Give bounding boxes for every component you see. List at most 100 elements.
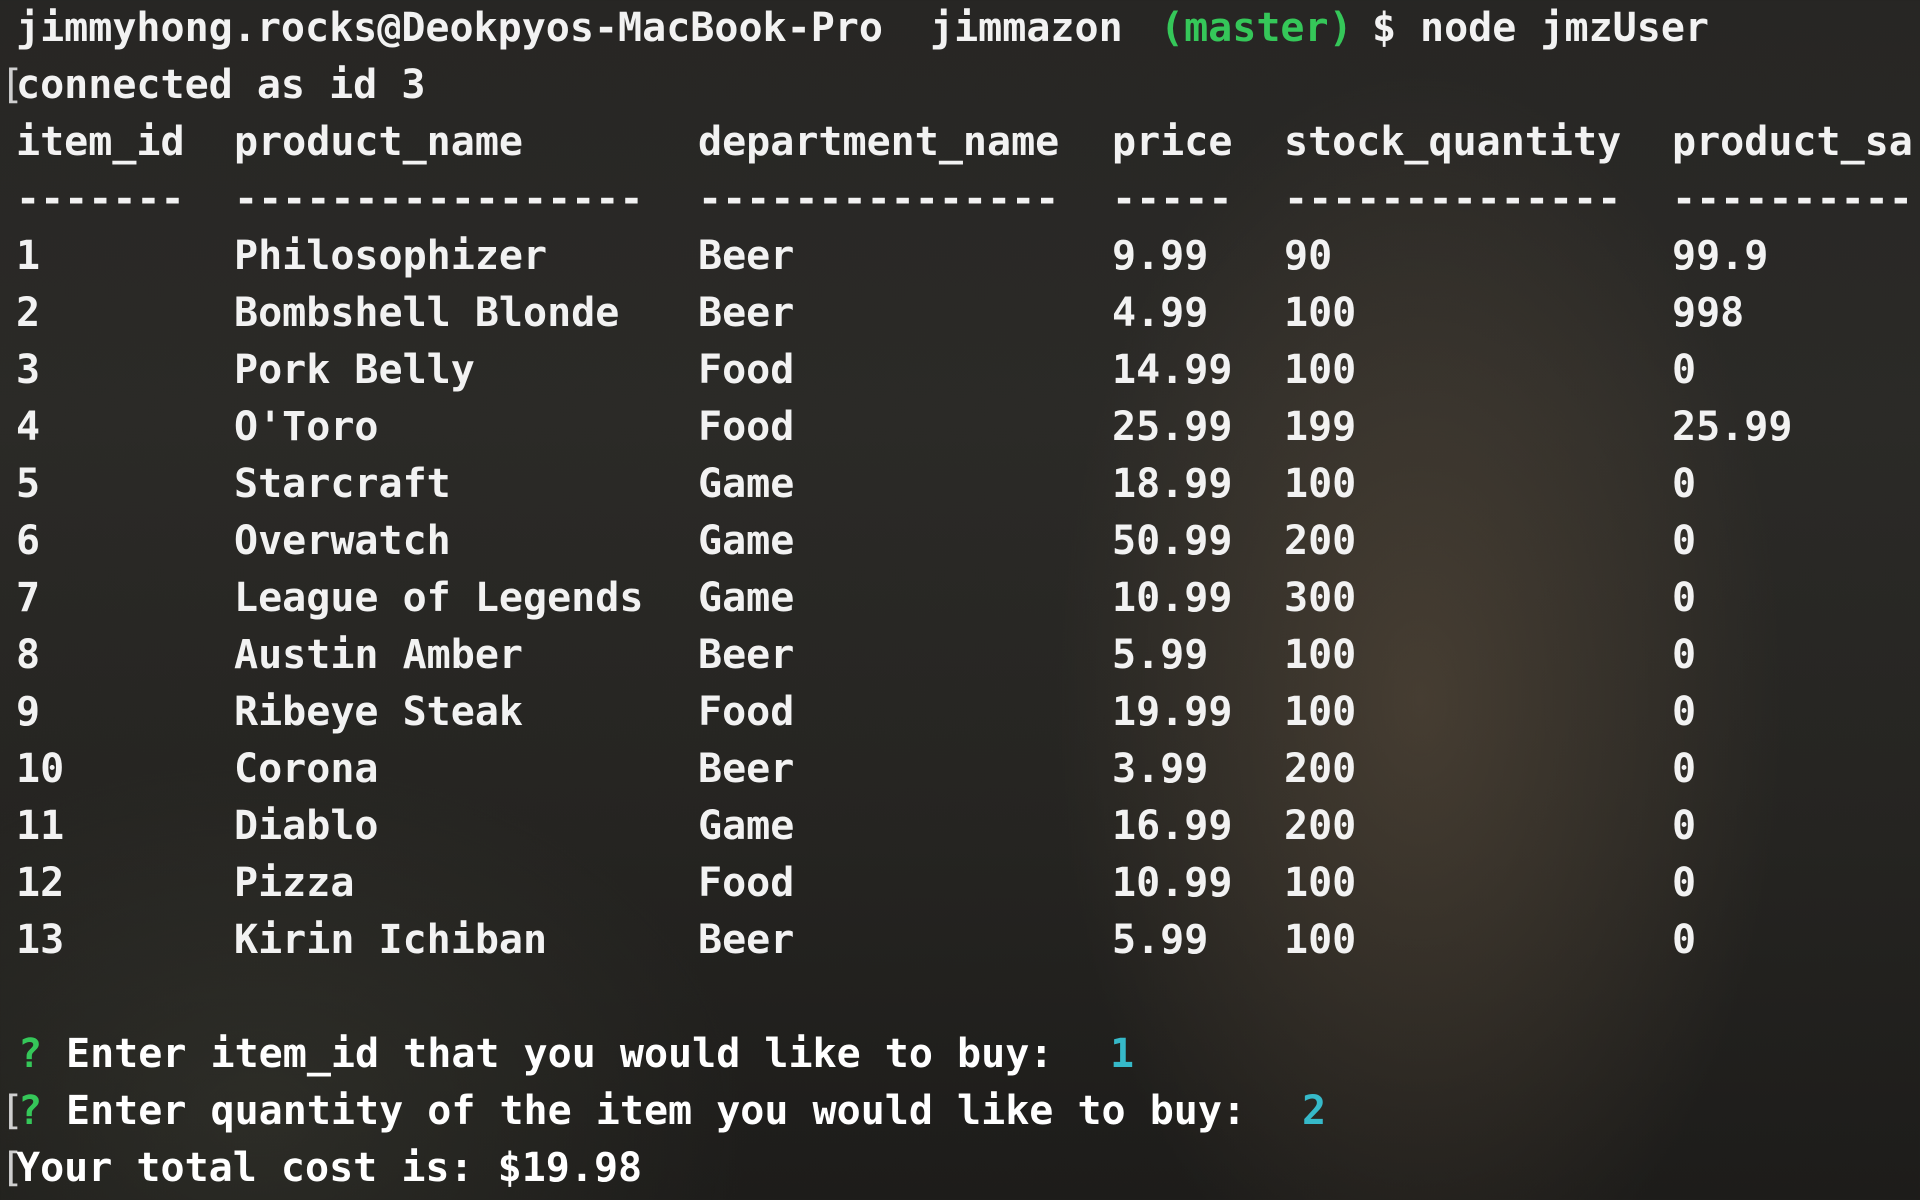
- question-answer[interactable]: 2: [1302, 1083, 1326, 1140]
- row-department-name: Food: [698, 860, 795, 906]
- row-price: 14.99: [1112, 347, 1233, 393]
- row-item-id: 4: [16, 404, 41, 450]
- row-department-name: Beer: [698, 632, 795, 678]
- table-row: 13 Kirin Ichiban Beer 5.99 100 0: [16, 912, 1696, 969]
- header-price: price: [1112, 119, 1233, 165]
- row-department-name: Game: [698, 461, 795, 507]
- table-row: 8 Austin Amber Beer 5.99 100 0: [16, 627, 1696, 684]
- row-product-sales: 25.99: [1672, 404, 1793, 450]
- row-stock-quantity: 100: [1284, 689, 1357, 735]
- question-text: Enter quantity of the item you would lik…: [66, 1088, 1247, 1134]
- row-department-name: Food: [698, 347, 795, 393]
- row-product-sales: 0: [1672, 632, 1697, 678]
- question-text: Enter item_id that you would like to buy…: [66, 1031, 1054, 1077]
- total-cost-line: Your total cost is: $19.98: [16, 1140, 642, 1197]
- row-stock-quantity: 199: [1284, 404, 1357, 450]
- row-stock-quantity: 300: [1284, 575, 1357, 621]
- table-row: 9 Ribeye Steak Food 19.99 100 0: [16, 684, 1696, 741]
- table-separator-row: ------- ----------------- --------------…: [16, 171, 1913, 228]
- row-price: 50.99: [1112, 518, 1233, 564]
- row-stock-quantity: 100: [1284, 290, 1357, 336]
- row-product-sales: 0: [1672, 461, 1697, 507]
- row-item-id: 13: [16, 917, 65, 963]
- row-product-name: Austin Amber: [234, 632, 523, 678]
- table-row: 12 Pizza Food 10.99 100 0: [16, 855, 1696, 912]
- table-row: 3 Pork Belly Food 14.99 100 0: [16, 342, 1696, 399]
- row-item-id: 10: [16, 746, 65, 792]
- table-row: 11 Diablo Game 16.99 200 0: [16, 798, 1696, 855]
- row-product-sales: 0: [1672, 803, 1697, 849]
- row-stock-quantity: 100: [1284, 917, 1357, 963]
- row-stock-quantity: 100: [1284, 860, 1357, 906]
- prompt-directory: jimmazon: [930, 5, 1123, 51]
- row-price: 25.99: [1112, 404, 1233, 450]
- question-quantity[interactable]: [ ? Enter quantity of the item you would…: [0, 1083, 1326, 1191]
- separator-price: -----: [1112, 176, 1233, 222]
- header-item-id: item_id: [16, 119, 185, 165]
- row-price: 16.99: [1112, 803, 1233, 849]
- table-row: 10 Corona Beer 3.99 200 0: [16, 741, 1696, 798]
- row-price: 3.99: [1112, 746, 1209, 792]
- row-product-name: Kirin Ichiban: [234, 917, 548, 963]
- row-product-name: Ribeye Steak: [234, 689, 523, 735]
- table-header-row: item_id product_name department_name pri…: [16, 114, 1913, 171]
- table-row: 2 Bombshell Blonde Beer 4.99 100 998: [16, 285, 1744, 342]
- header-stock-quantity: stock_quantity: [1284, 119, 1622, 165]
- row-department-name: Beer: [698, 290, 795, 336]
- separator-item-id: -------: [16, 176, 185, 222]
- row-item-id: 2: [16, 290, 41, 336]
- row-stock-quantity: 200: [1284, 803, 1357, 849]
- header-product-name: product_name: [234, 119, 523, 165]
- question-item-id[interactable]: [ ? Enter item_id that you would like to…: [0, 1026, 1134, 1134]
- row-department-name: Beer: [698, 917, 795, 963]
- row-product-sales: 0: [1672, 746, 1697, 792]
- prompt-symbol: $: [1372, 5, 1397, 51]
- row-product-name: Starcraft: [234, 461, 451, 507]
- row-product-name: Overwatch: [234, 518, 451, 564]
- table-row: 6 Overwatch Game 50.99 200 0: [16, 513, 1696, 570]
- row-product-sales: 99.9: [1672, 233, 1769, 279]
- separator-stock-quantity: --------------: [1284, 176, 1622, 222]
- row-item-id: 3: [16, 347, 41, 393]
- row-price: 18.99: [1112, 461, 1233, 507]
- question-answer[interactable]: 1: [1110, 1026, 1134, 1083]
- terminal-window[interactable]: [ jimmyhong.rocks@Deokpyos-MacBook-Pro j…: [0, 0, 1920, 1200]
- separator-product-sales: ----------: [1672, 176, 1913, 222]
- row-product-sales: 0: [1672, 518, 1697, 564]
- row-department-name: Food: [698, 689, 795, 735]
- row-product-sales: 0: [1672, 860, 1697, 906]
- row-price: 5.99: [1112, 917, 1209, 963]
- row-item-id: 8: [16, 632, 41, 678]
- row-product-name: Corona: [234, 746, 379, 792]
- row-product-name: League of Legends: [234, 575, 644, 621]
- row-stock-quantity: 100: [1284, 461, 1357, 507]
- table-row: 5 Starcraft Game 18.99 100 0: [16, 456, 1696, 513]
- row-department-name: Game: [698, 803, 795, 849]
- row-product-sales: 0: [1672, 917, 1697, 963]
- row-product-name: O'Toro: [234, 404, 379, 450]
- row-product-name: Pizza: [234, 860, 355, 906]
- question-mark-icon: ?: [18, 1088, 43, 1134]
- separator-product-name: -----------------: [234, 176, 644, 222]
- row-department-name: Beer: [698, 746, 795, 792]
- total-cost-text: Your total cost is: $19.98: [16, 1145, 643, 1191]
- question-mark-icon: ?: [18, 1031, 43, 1077]
- row-item-id: 6: [16, 518, 41, 564]
- row-price: 10.99: [1112, 575, 1233, 621]
- row-product-name: Philosophizer: [234, 233, 548, 279]
- row-item-id: 7: [16, 575, 41, 621]
- row-product-name: Bombshell Blonde: [234, 290, 620, 336]
- row-stock-quantity: 90: [1284, 233, 1333, 279]
- row-price: 5.99: [1112, 632, 1209, 678]
- row-price: 4.99: [1112, 290, 1209, 336]
- row-department-name: Food: [698, 404, 795, 450]
- row-item-id: 11: [16, 803, 65, 849]
- row-department-name: Game: [698, 518, 795, 564]
- row-department-name: Game: [698, 575, 795, 621]
- row-stock-quantity: 200: [1284, 746, 1357, 792]
- prompt-git-branch: (master): [1160, 5, 1353, 51]
- row-price: 19.99: [1112, 689, 1233, 735]
- row-stock-quantity: 200: [1284, 518, 1357, 564]
- connection-text: connected as id 3: [16, 62, 426, 108]
- prompt-command: node jmzUser: [1420, 5, 1709, 51]
